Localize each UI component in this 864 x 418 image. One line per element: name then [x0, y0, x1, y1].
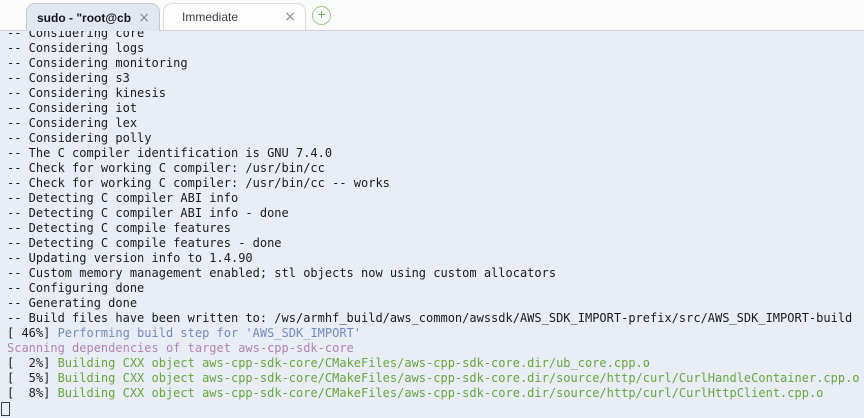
terminal-text-segment: -- Considering kinesis — [7, 86, 166, 100]
terminal-text-segment: -- Considering logs — [7, 41, 144, 55]
terminal-text-segment: -- Check for working C compiler: /usr/bi… — [7, 161, 325, 175]
terminal-line: -- Build files have been written to: /ws… — [7, 311, 864, 326]
terminal-line: -- Generating done — [7, 296, 864, 311]
terminal-line: [ 2%] Building CXX object aws-cpp-sdk-co… — [7, 356, 864, 371]
terminal-line: -- Configuring done — [7, 281, 864, 296]
terminal-text-segment: -- Build files have been written to: /ws… — [7, 311, 852, 325]
terminal-line: -- Detecting C compiler ABI info - done — [7, 206, 864, 221]
terminal-output[interactable]: -- Considering core-- Considering logs--… — [0, 31, 864, 418]
terminal-line: -- Considering monitoring — [7, 56, 864, 71]
tab-label: sudo - "root@cb — [37, 11, 132, 25]
terminal-text-segment: Building CXX object aws-cpp-sdk-core/CMa… — [58, 356, 650, 370]
terminal-line: -- Considering polly — [7, 131, 864, 146]
terminal-line: -- Check for working C compiler: /usr/bi… — [7, 176, 864, 191]
terminal-text-segment: [ 46%] — [7, 326, 58, 340]
new-tab-button[interactable]: + — [312, 6, 331, 25]
terminal-line: -- Considering core — [7, 31, 864, 41]
terminal-text-segment: -- Detecting C compile features - done — [7, 236, 282, 250]
terminal-line: -- Considering s3 — [7, 71, 864, 86]
terminal-text-segment: Scanning dependencies of target aws-cpp-… — [7, 341, 354, 355]
terminal-line: [ 5%] Building CXX object aws-cpp-sdk-co… — [7, 371, 864, 386]
terminal-line: -- Detecting C compiler ABI info — [7, 191, 864, 206]
terminal-line: [ 46%] Performing build step for 'AWS_SD… — [7, 326, 864, 341]
terminal-text-segment: Building CXX object aws-cpp-sdk-core/CMa… — [58, 371, 860, 385]
tab-immediate[interactable]: Immediate × — [163, 3, 306, 30]
terminal-text-segment: -- Considering polly — [7, 131, 152, 145]
terminal-line: -- The C compiler identification is GNU … — [7, 146, 864, 161]
terminal-line: [ 8%] Building CXX object aws-cpp-sdk-co… — [7, 386, 864, 401]
tab-bar: sudo - "root@cb × Immediate × + — [0, 0, 864, 31]
terminal-text-segment: [ 2%] — [7, 356, 58, 370]
tab-label: Immediate — [182, 10, 278, 24]
terminal-text-segment: -- Detecting C compile features — [7, 221, 231, 235]
terminal-line: -- Considering lex — [7, 116, 864, 131]
close-icon[interactable]: × — [284, 10, 296, 24]
terminal-cursor-line — [7, 401, 864, 416]
terminal-text-segment: -- Generating done — [7, 296, 137, 310]
terminal-text-segment: -- The C compiler identification is GNU … — [7, 146, 332, 160]
tab-terminal-sudo[interactable]: sudo - "root@cb × — [26, 3, 160, 31]
close-icon[interactable]: × — [138, 11, 150, 25]
terminal-line: Scanning dependencies of target aws-cpp-… — [7, 341, 864, 356]
terminal-line: -- Detecting C compile features — [7, 221, 864, 236]
terminal-text-segment: -- Updating version info to 1.4.90 — [7, 251, 253, 265]
terminal-text-segment: [ 8%] — [7, 386, 58, 400]
terminal-cursor — [1, 402, 10, 416]
terminal-text-segment: Building CXX object aws-cpp-sdk-core/CMa… — [58, 386, 824, 400]
terminal-line: -- Considering logs — [7, 41, 864, 56]
terminal-line: -- Detecting C compile features - done — [7, 236, 864, 251]
terminal-line: -- Considering kinesis — [7, 86, 864, 101]
terminal-text-segment: -- Considering core — [7, 31, 144, 40]
terminal-text-segment: -- Considering iot — [7, 101, 137, 115]
terminal-text-segment: -- Custom memory management enabled; stl… — [7, 266, 556, 280]
terminal-line: -- Updating version info to 1.4.90 — [7, 251, 864, 266]
plus-icon: + — [313, 6, 330, 22]
terminal-text-segment: -- Detecting C compiler ABI info - done — [7, 206, 289, 220]
terminal-text-segment: -- Considering s3 — [7, 71, 130, 85]
terminal-text-segment: [ 5%] — [7, 371, 58, 385]
terminal-text-segment: -- Detecting C compiler ABI info — [7, 191, 238, 205]
terminal-text-segment: -- Check for working C compiler: /usr/bi… — [7, 176, 390, 190]
terminal-text-segment: -- Configuring done — [7, 281, 144, 295]
terminal-text-segment: -- Considering lex — [7, 116, 137, 130]
terminal-line: -- Check for working C compiler: /usr/bi… — [7, 161, 864, 176]
terminal-line: -- Custom memory management enabled; stl… — [7, 266, 864, 281]
terminal-line: -- Considering iot — [7, 101, 864, 116]
terminal-scrollback: -- Considering core-- Considering logs--… — [0, 31, 864, 416]
terminal-text-segment: -- Considering monitoring — [7, 56, 188, 70]
terminal-text-segment: Performing build step for 'AWS_SDK_IMPOR… — [58, 326, 361, 340]
